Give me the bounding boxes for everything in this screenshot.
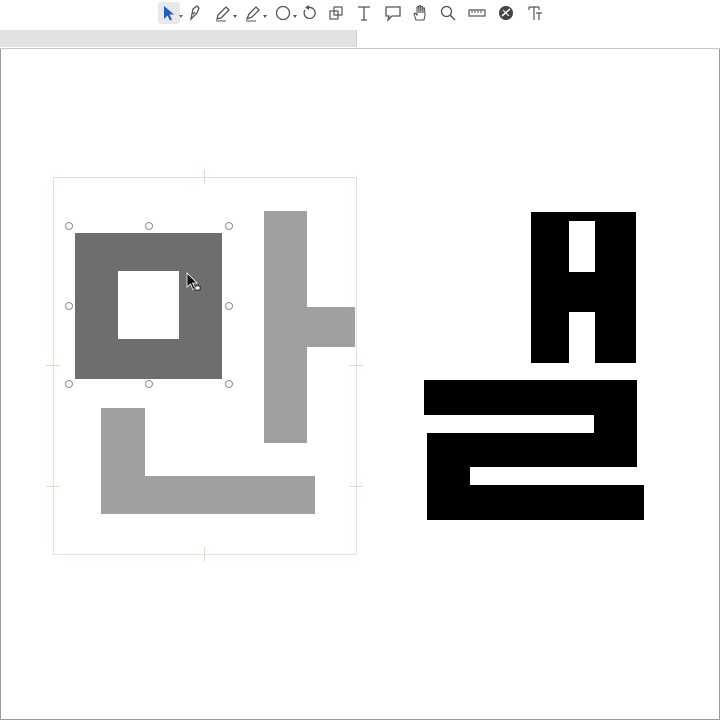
selection-handle-bottom-right[interactable] bbox=[225, 380, 233, 388]
pencil-tool-button[interactable] bbox=[212, 2, 237, 24]
hand-icon bbox=[413, 4, 426, 21]
text-tool-button[interactable] bbox=[353, 2, 375, 24]
square-counter bbox=[118, 271, 179, 339]
toolbar bbox=[0, 0, 720, 28]
pen-nib-icon bbox=[189, 5, 200, 21]
glyph2-r-bottom-bar[interactable] bbox=[427, 485, 644, 520]
mouse-cursor-icon bbox=[186, 272, 201, 291]
scale-icon bbox=[329, 6, 343, 20]
scale-tool-button[interactable] bbox=[325, 2, 347, 24]
guide-tick-right bbox=[349, 365, 363, 366]
type-tool-button[interactable] bbox=[524, 2, 546, 24]
glyph-square-shape-selected[interactable] bbox=[75, 233, 222, 379]
chevron-down-icon bbox=[263, 15, 267, 18]
brush-icon bbox=[245, 6, 260, 22]
text-icon bbox=[358, 6, 370, 21]
chevron-down-icon bbox=[293, 15, 297, 18]
guide-tick-left bbox=[46, 365, 60, 366]
glyph-horizontal-stub[interactable] bbox=[307, 307, 355, 347]
zoom-tool-button[interactable] bbox=[437, 2, 459, 24]
canvas[interactable] bbox=[0, 49, 720, 719]
type-icon bbox=[528, 6, 542, 20]
glyph-vertical-bar[interactable] bbox=[264, 211, 307, 443]
glyph2-b-middle-bar[interactable] bbox=[569, 272, 595, 312]
slice-icon bbox=[499, 6, 513, 20]
guide-tick-top bbox=[204, 170, 205, 184]
brush-tool-button[interactable] bbox=[242, 2, 267, 24]
selection-handle-top-left[interactable] bbox=[65, 222, 73, 230]
speech-bubble-icon bbox=[385, 6, 401, 23]
shape-tool-button[interactable] bbox=[272, 2, 297, 24]
ruler-highlight bbox=[0, 30, 357, 47]
hand-tool-button[interactable] bbox=[409, 2, 431, 24]
selection-handle-right[interactable] bbox=[225, 302, 233, 310]
select-tool-button[interactable] bbox=[158, 2, 183, 24]
guide-tick-bottom bbox=[204, 547, 205, 561]
glyph2-b-left-stem[interactable] bbox=[531, 212, 569, 363]
guide-tick-right-lower bbox=[349, 486, 363, 487]
measure-tool-button[interactable] bbox=[466, 2, 488, 24]
pencil-icon bbox=[216, 6, 230, 22]
magnifier-icon bbox=[440, 5, 456, 21]
rotate-tool-button[interactable] bbox=[298, 2, 320, 24]
comment-tool-button[interactable] bbox=[382, 2, 404, 24]
selection-handle-top[interactable] bbox=[145, 222, 153, 230]
glyph-l-horizontal[interactable] bbox=[101, 476, 315, 514]
selection-handle-left[interactable] bbox=[65, 302, 73, 310]
ruler-icon bbox=[468, 9, 486, 17]
rotate-icon bbox=[303, 5, 316, 20]
slice-tool-button[interactable] bbox=[495, 2, 517, 24]
horizontal-ruler[interactable] bbox=[0, 28, 720, 49]
chevron-down-icon bbox=[179, 15, 183, 18]
pen-tool-button[interactable] bbox=[184, 2, 206, 24]
selection-handle-bottom-left[interactable] bbox=[65, 380, 73, 388]
arrow-pointer-icon bbox=[164, 6, 174, 21]
selection-handle-bottom[interactable] bbox=[145, 380, 153, 388]
chevron-down-icon bbox=[233, 15, 237, 18]
glyph2-b-right-stem[interactable] bbox=[595, 212, 636, 363]
selection-handle-top-right[interactable] bbox=[225, 222, 233, 230]
ellipse-icon bbox=[275, 5, 291, 21]
glyph2-b-top-bar[interactable] bbox=[531, 212, 636, 221]
guide-tick-left-lower bbox=[46, 486, 60, 487]
